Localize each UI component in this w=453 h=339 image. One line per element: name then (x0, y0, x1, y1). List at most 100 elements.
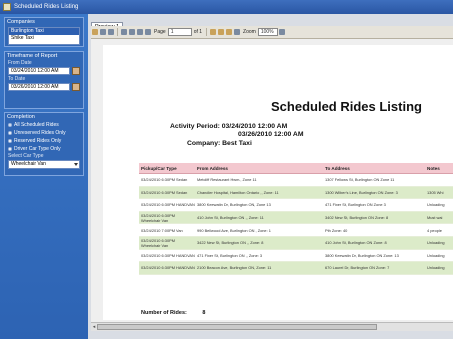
radio-dot[interactable] (8, 131, 12, 135)
cell-notes: Unloading (427, 240, 445, 246)
radio-dot[interactable] (8, 123, 12, 127)
app-icon (3, 3, 11, 11)
radio-all-rides[interactable]: All Scheduled Rides (5, 121, 83, 129)
table-header: Pickup/Car Type From Address To Address … (139, 163, 453, 174)
report-viewer[interactable]: Scheduled Rides Listing Activity Period:… (91, 39, 453, 322)
cell-to: 670 Laurel Dr, Burlington ON Zone: 7 (325, 265, 390, 271)
radio-label: Driver Car Type Only (14, 146, 61, 152)
calendar-icon[interactable] (72, 67, 80, 75)
scrollbar-thumb[interactable] (97, 324, 377, 330)
companies-group-title: Companies (7, 19, 35, 25)
cell-to: Pth Zone: 40 (325, 227, 348, 233)
page-label: Page (154, 29, 166, 35)
radio-label: Reserved Rides Only (14, 138, 62, 144)
page-number-input[interactable]: 1 (167, 28, 192, 36)
car-type-select[interactable]: Wheelchair Van (8, 160, 80, 169)
cell-to: 1300 Wilber's Line, Burlington ON Zone: … (325, 189, 398, 195)
radio-dot[interactable] (8, 139, 12, 143)
search-icon[interactable] (210, 29, 217, 35)
application-window: Scheduled Rides Listing Companies Burlin… (0, 0, 453, 339)
companies-group: Companies Burlington Taxi Shike Taxi (4, 17, 84, 47)
column-header: Notes (427, 165, 440, 171)
rides-count-value: 8 (202, 310, 206, 316)
table-row: 03/24/2010 7:00PM Van 990 Bellwood Ave, B… (139, 224, 453, 237)
filter-panel: Companies Burlington Taxi Shike Taxi Tim… (0, 14, 88, 339)
period-label: Activity Period: (170, 123, 220, 130)
print-icon[interactable] (92, 29, 98, 35)
radio-driver-car-type[interactable]: Driver Car Type Only (5, 145, 83, 153)
column-header: To Address (325, 165, 350, 171)
horizontal-scrollbar[interactable]: ◂ (91, 322, 453, 331)
timeframe-group-title: Timeframe of Report (7, 53, 58, 59)
cell-notes: Unloading (427, 265, 445, 271)
radio-dot[interactable] (8, 147, 12, 151)
to-date-picker: 03/26/2010 12:00 AM (8, 83, 80, 91)
company-line: Company: Best Taxi (187, 140, 252, 147)
cell-to: 3402 New St, Burlington ON Zone: 8 (325, 215, 389, 221)
next-page-icon[interactable] (137, 29, 143, 35)
table-row: 03/24/2010 6:30PM Wheelchair Van 410 John… (139, 211, 453, 225)
cell-notes: Must wai (427, 215, 443, 221)
table-row: 03/24/2010 6:30PM Sedan Metcliff Restaura… (139, 174, 453, 187)
report-page: Scheduled Rides Listing Activity Period:… (103, 45, 453, 320)
timeframe-group: Timeframe of Report From Date 03/24/2010… (4, 51, 84, 109)
radio-label: All Scheduled Rides (14, 122, 59, 128)
cell-from: 3800 Keewatin Dr, Burlington ON, Zone 13 (197, 202, 271, 208)
calendar-icon[interactable] (72, 83, 80, 91)
cell-from: Chandler Hospital, Hamilton Ontario ,, Z… (197, 189, 279, 195)
zoom-label: Zoom (243, 29, 256, 35)
last-page-icon[interactable] (145, 29, 151, 35)
previous-page-icon[interactable] (129, 29, 135, 35)
radio-label: Unreserved Rides Only (14, 130, 66, 136)
radio-unreserved-rides[interactable]: Unreserved Rides Only (5, 129, 83, 137)
cell-from: 471 Fixer St, Burlington ON ,, Zone: 3 (197, 252, 263, 258)
table-row: 03/24/2010 6:30PM Wheelchair Van 3422 New… (139, 236, 453, 250)
to-date-input[interactable]: 03/26/2010 12:00 AM (8, 83, 70, 91)
radio-reserved-rides[interactable]: Reserved Rides Only (5, 137, 83, 145)
preview-tabs: Preview 1 (91, 15, 124, 31)
cell-notes: 1305 Whi (427, 189, 444, 195)
cell-notes: 4 people (427, 227, 442, 233)
company-item-burlington[interactable]: Burlington Taxi (9, 28, 79, 35)
zoom-dropdown-icon[interactable] (278, 29, 285, 35)
column-header: Pickup/Car Type (141, 165, 177, 171)
rides-count-label: Number of Rides: (141, 310, 187, 316)
from-date-label: From Date (8, 60, 32, 66)
cell-pickup: 03/24/2010 6:30PM Sedan (141, 189, 188, 195)
cell-to: 1307 Fellows St, Burlington ON Zone 11 (325, 177, 395, 183)
cell-from: 990 Bellwood Ave, Burlington ON , Zone: … (197, 227, 271, 233)
page-count: of 1 (193, 29, 203, 35)
cell-notes: Unloading (427, 202, 445, 208)
copy-icon[interactable] (108, 29, 114, 35)
cell-to: 3800 Keewatin Dr, Burlington ON Zone: 13 (325, 252, 399, 258)
from-date-input[interactable]: 03/24/2010 12:00 AM (8, 67, 70, 75)
title-bar: Scheduled Rides Listing (0, 0, 453, 14)
table-row: 03/24/2010 6:30PM HANDVAN 2100 Beacon Ave… (139, 262, 453, 275)
from-date-picker: 03/24/2010 12:00 AM (8, 67, 80, 75)
zoom-input[interactable]: 100% (257, 28, 278, 36)
first-page-icon[interactable] (121, 29, 127, 35)
company-item-shike[interactable]: Shike Taxi (9, 35, 79, 42)
company-label: Company: (187, 140, 221, 147)
cell-pickup: 03/24/2010 6:30PM HANDVAN (141, 252, 195, 258)
zoom-out-icon[interactable] (226, 29, 233, 35)
table-row: 03/24/2010 6:30PM Sedan Chandler Hospital… (139, 186, 453, 200)
cell-pickup: 03/24/2010 6:30PM Sedan (141, 177, 188, 183)
cell-pickup: 03/24/2010 7:00PM Van (141, 227, 183, 233)
cell-pickup: 03/24/2010 6:30PM HANDVAN (141, 202, 195, 208)
companies-listbox[interactable]: Burlington Taxi Shike Taxi (8, 27, 80, 45)
cell-to: 410 John St, Burlington ON Zone: 8 (325, 240, 387, 246)
company-value: Best Taxi (222, 140, 252, 147)
period-to: 03/26/2010 12:00 AM (238, 131, 304, 138)
to-date-label: To Date (8, 76, 26, 82)
cell-pickup: 03/24/2010 6:30PM HANDVAN (141, 265, 195, 271)
toolbar-divider (117, 28, 118, 36)
period-from: 03/24/2010 12:00 AM (221, 123, 288, 130)
page-setup-icon[interactable] (234, 29, 241, 35)
report-toolbar: Page 1 of 1 Zoom 100% (91, 26, 453, 39)
cell-from: 2100 Beacon Ave, Burlington ON, Zone: 11 (197, 265, 272, 271)
export-icon[interactable] (100, 29, 106, 35)
cell-pickup: 03/24/2010 6:30PM Wheelchair Van (141, 212, 175, 223)
zoom-in-icon[interactable] (218, 29, 225, 35)
completion-group: Completion All Scheduled Rides Unreserve… (4, 112, 84, 176)
